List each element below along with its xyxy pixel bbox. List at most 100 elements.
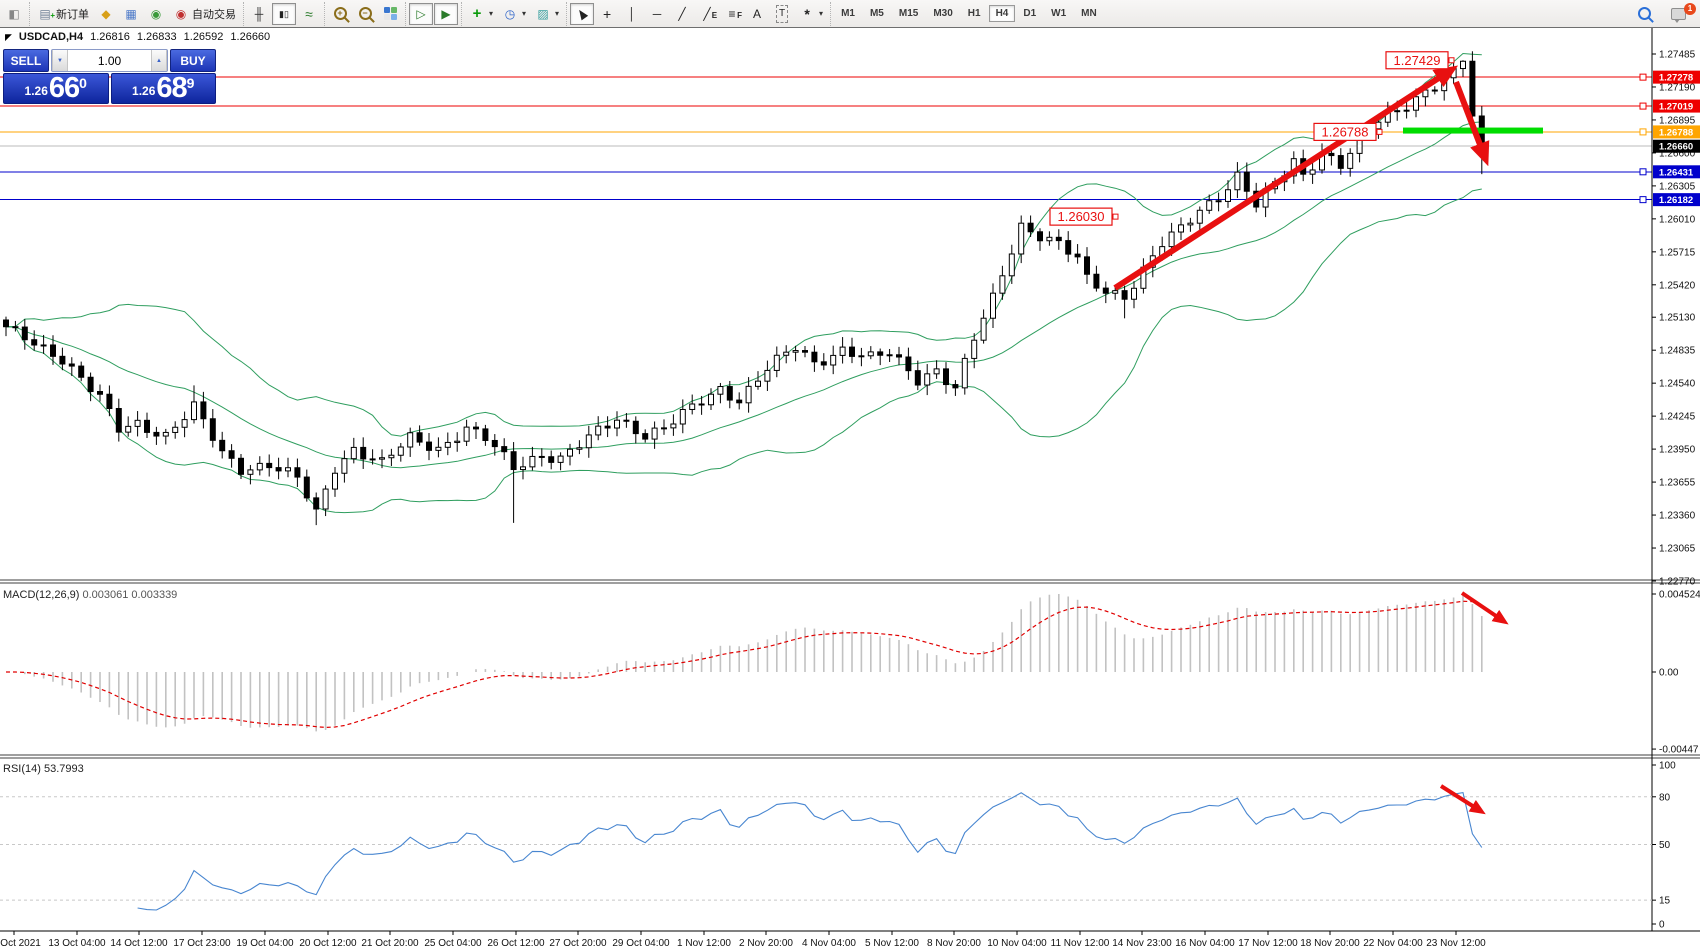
chart-window[interactable]: 1.27429 1.26788 1.26030 1.274851.271901.268… bbox=[0, 28, 1700, 949]
line-handle[interactable] bbox=[1640, 103, 1646, 109]
clipped-toolbar-icon[interactable]: ◧ bbox=[2, 3, 26, 25]
price-label-1.26030[interactable]: 1.26030 bbox=[1050, 208, 1118, 225]
toolbar-group-zoom: +− bbox=[324, 2, 405, 26]
timeframe-m5-button[interactable]: M5 bbox=[863, 5, 891, 22]
lens-minus-icon: − bbox=[357, 6, 373, 22]
svg-text:1.25420: 1.25420 bbox=[1659, 280, 1696, 291]
timeframe-d1-button[interactable]: D1 bbox=[1016, 5, 1043, 22]
sell-price[interactable]: 1.26660 bbox=[3, 73, 109, 104]
fibonacci-button[interactable]: ≡F bbox=[720, 3, 744, 25]
ind-plus-icon: + bbox=[469, 6, 485, 22]
rsi-indicator[interactable]: RSI(14) 53.79931008050150 bbox=[0, 761, 1676, 931]
bar-chart-button[interactable]: ╫ bbox=[247, 3, 271, 25]
svg-text:14 Nov 23:00: 14 Nov 23:00 bbox=[1112, 938, 1172, 949]
tile-windows-button[interactable] bbox=[378, 3, 402, 25]
notification-badge: 1 bbox=[1684, 3, 1696, 15]
dropdown-caret-icon: ▾ bbox=[555, 9, 559, 18]
timeframe-mn-button[interactable]: MN bbox=[1074, 5, 1104, 22]
candlestick-series[interactable] bbox=[4, 51, 1485, 525]
timeframe-w1-button[interactable]: W1 bbox=[1044, 5, 1073, 22]
cursor-icon bbox=[574, 6, 590, 22]
volume-increase-button[interactable]: ▲ bbox=[151, 50, 167, 71]
styler-button[interactable]: ◆ bbox=[94, 3, 118, 25]
lens-plus-icon: + bbox=[332, 6, 348, 22]
crosshair-button[interactable]: + bbox=[595, 3, 619, 25]
signals-button[interactable]: ◉ bbox=[144, 3, 168, 25]
chart-canvas[interactable]: 1.27429 1.26788 1.26030 1.274851.271901.268… bbox=[0, 28, 1700, 949]
equidistant-channel-button[interactable]: ╱E bbox=[695, 3, 719, 25]
svg-text:17 Oct 23:00: 17 Oct 23:00 bbox=[173, 938, 231, 949]
line-handle[interactable] bbox=[1640, 197, 1646, 203]
toolbar-right: 1 bbox=[1632, 3, 1698, 25]
horizontal-price-lines[interactable] bbox=[0, 74, 1652, 203]
buy-price-big: 68 bbox=[156, 75, 186, 102]
line-handle[interactable] bbox=[1640, 129, 1646, 135]
svg-text:21 Oct 20:00: 21 Oct 20:00 bbox=[361, 938, 419, 949]
bars-icon: ╫ bbox=[251, 6, 267, 22]
svg-text:22 Nov 04:00: 22 Nov 04:00 bbox=[1363, 938, 1423, 949]
timeframe-h1-button[interactable]: H1 bbox=[961, 5, 988, 22]
text-button[interactable]: A bbox=[745, 3, 769, 25]
buy-button[interactable]: BUY bbox=[170, 49, 216, 72]
sell-button[interactable]: SELL bbox=[3, 49, 49, 72]
vertical-line-button[interactable]: │ bbox=[620, 3, 644, 25]
collapse-chart-icon[interactable]: ◤ bbox=[5, 32, 12, 43]
arrows-button[interactable]: *▾ bbox=[795, 3, 827, 25]
channel-icon: ╱E bbox=[699, 6, 715, 22]
clock-icon: ◷ bbox=[502, 6, 518, 22]
text-label-button[interactable]: T bbox=[770, 3, 794, 25]
toolbar: ◧▤+新订单◆▦◉◉自动交易╫▮▯≈+−▷▶+▾◷▾▨▾+│─╱╱E≡FAT*▾… bbox=[0, 0, 1700, 28]
volume-spinner: ▼ ▲ bbox=[51, 49, 168, 72]
svg-text:1.23950: 1.23950 bbox=[1659, 445, 1696, 456]
indicators-button[interactable]: +▾ bbox=[465, 3, 497, 25]
trend-arrow-up[interactable] bbox=[1115, 72, 1448, 288]
chart-shift-button[interactable]: ▷ bbox=[409, 3, 433, 25]
market-watch-button[interactable]: ▦ bbox=[119, 3, 143, 25]
new-order-button[interactable]: ▤+新订单 bbox=[33, 3, 93, 25]
horizontal-line-button[interactable]: ─ bbox=[645, 3, 669, 25]
candlestick-chart-button[interactable]: ▮▯ bbox=[272, 3, 296, 25]
buy-price[interactable]: 1.26689 bbox=[111, 73, 217, 104]
tile-icon bbox=[382, 6, 398, 22]
svg-text:1.23065: 1.23065 bbox=[1659, 544, 1696, 555]
svg-text:100: 100 bbox=[1659, 761, 1676, 772]
periods-button[interactable]: ◷▾ bbox=[498, 3, 530, 25]
svg-text:15: 15 bbox=[1659, 896, 1671, 907]
price-label-1.26788[interactable]: 1.26788 bbox=[1314, 123, 1382, 140]
price-axis[interactable]: 1.274851.271901.268951.266001.263051.260… bbox=[1652, 50, 1700, 588]
templates-button[interactable]: ▨▾ bbox=[531, 3, 563, 25]
search-button[interactable] bbox=[1632, 3, 1656, 25]
time-axis[interactable]: 11 Oct 202113 Oct 04:0014 Oct 12:0017 Oc… bbox=[0, 931, 1486, 949]
svg-text:1.24540: 1.24540 bbox=[1659, 379, 1696, 390]
chat-button[interactable]: 1 bbox=[1666, 3, 1690, 25]
line-icon: ≈ bbox=[301, 6, 317, 22]
line-handle[interactable] bbox=[1640, 169, 1646, 175]
cursor-button[interactable] bbox=[570, 3, 594, 25]
timeframe-h4-button[interactable]: H4 bbox=[989, 5, 1016, 22]
timeframe-m30-button[interactable]: M30 bbox=[926, 5, 959, 22]
timeframe-m1-button[interactable]: M1 bbox=[834, 5, 862, 22]
zoom-in-button[interactable]: + bbox=[328, 3, 352, 25]
bucket-icon: ◆ bbox=[98, 6, 114, 22]
svg-text:13 Oct 04:00: 13 Oct 04:00 bbox=[48, 938, 106, 949]
macd-indicator[interactable]: MACD(12,26,9) 0.003061 0.0033390.0045240… bbox=[3, 589, 1700, 756]
crosshair-icon: + bbox=[599, 6, 615, 22]
new-order-button-label: 新订单 bbox=[56, 6, 89, 22]
svg-text:16 Nov 04:00: 16 Nov 04:00 bbox=[1175, 938, 1235, 949]
svg-text:1.26305: 1.26305 bbox=[1659, 181, 1696, 192]
line-handle[interactable] bbox=[1640, 74, 1646, 80]
trendline-button[interactable]: ╱ bbox=[670, 3, 694, 25]
price-label-1.27429[interactable]: 1.27429 bbox=[1386, 52, 1454, 69]
zoom-out-button[interactable]: − bbox=[353, 3, 377, 25]
auto-scroll-button[interactable]: ▶ bbox=[434, 3, 458, 25]
autotrading-button[interactable]: ◉自动交易 bbox=[169, 3, 240, 25]
svg-text:1.26788: 1.26788 bbox=[1659, 127, 1693, 138]
autoscroll-icon: ▶ bbox=[438, 6, 454, 22]
volume-decrease-button[interactable]: ▼ bbox=[52, 50, 68, 71]
timeframe-m15-button[interactable]: M15 bbox=[892, 5, 925, 22]
svg-text:1.24835: 1.24835 bbox=[1659, 346, 1696, 357]
volume-input[interactable] bbox=[68, 50, 151, 71]
line-chart-button[interactable]: ≈ bbox=[297, 3, 321, 25]
clipped-icon: ◧ bbox=[6, 6, 22, 22]
svg-text:1.24245: 1.24245 bbox=[1659, 412, 1696, 423]
